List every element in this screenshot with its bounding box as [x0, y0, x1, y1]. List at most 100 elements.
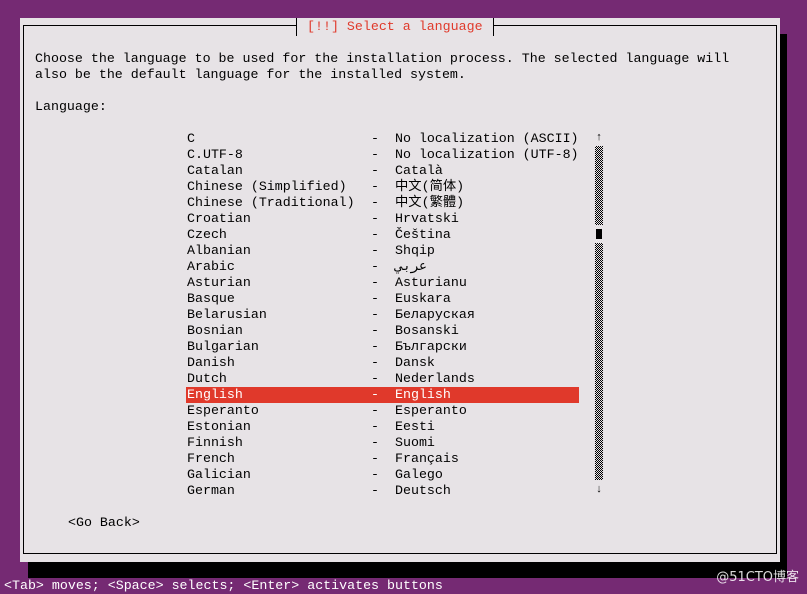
scroll-up-arrow-icon[interactable]: ↑: [595, 132, 603, 144]
language-name: Catalan: [187, 163, 243, 178]
language-native-name: Čeština: [395, 227, 451, 242]
language-dialog: [!!] Select a language Choose the langua…: [20, 18, 780, 562]
language-native-name: Shqip: [395, 243, 435, 258]
scroll-down-arrow-icon[interactable]: ↓: [595, 484, 603, 496]
description-line-1: Choose the language to be used for the i…: [35, 51, 730, 66]
language-name: German: [187, 483, 235, 498]
dialog-title: [!!] Select a language: [296, 18, 494, 36]
language-name: Finnish: [187, 435, 243, 450]
language-name: C.UTF-8: [187, 147, 243, 162]
separator: -: [371, 339, 379, 354]
language-option[interactable]: Basque - Euskara: [186, 291, 579, 307]
separator: -: [371, 323, 379, 338]
language-native-name: Asturianu: [395, 275, 467, 290]
language-name: Galician: [187, 467, 251, 482]
language-name: Esperanto: [187, 403, 259, 418]
separator: -: [371, 259, 379, 274]
description-line-2: also be the default language for the ins…: [35, 67, 466, 82]
language-label: Language:: [35, 99, 107, 114]
language-native-name: Nederlands: [395, 371, 475, 386]
watermark: @51CTO博客: [716, 570, 799, 585]
language-name: Czech: [187, 227, 227, 242]
language-option[interactable]: English - English: [186, 387, 579, 403]
separator: -: [371, 435, 379, 450]
language-option[interactable]: Esperanto - Esperanto: [186, 403, 579, 419]
separator: -: [371, 371, 379, 386]
language-name: Chinese (Simplified): [187, 179, 347, 194]
separator: -: [371, 195, 379, 210]
separator: -: [371, 403, 379, 418]
separator: -: [371, 355, 379, 370]
separator: -: [371, 467, 379, 482]
language-name: Danish: [187, 355, 235, 370]
language-name: French: [187, 451, 235, 466]
language-native-name: Suomi: [395, 435, 435, 450]
language-option[interactable]: Albanian - Shqip: [186, 243, 579, 259]
separator: -: [371, 483, 379, 498]
language-option[interactable]: Chinese (Simplified) - 中文(简体): [186, 179, 579, 195]
language-option[interactable]: Belarusian - Беларуская: [186, 307, 579, 323]
language-name: Bulgarian: [187, 339, 259, 354]
separator: -: [371, 291, 379, 306]
language-name: Asturian: [187, 275, 251, 290]
language-name: Basque: [187, 291, 235, 306]
language-native-name: Беларуская: [395, 307, 475, 322]
separator: -: [371, 387, 379, 402]
language-option[interactable]: C - No localization (ASCII): [186, 131, 579, 147]
language-name: Albanian: [187, 243, 251, 258]
language-name: Croatian: [187, 211, 251, 226]
language-native-name: عربي: [395, 259, 428, 274]
language-native-name: Français: [395, 451, 459, 466]
language-native-name: Eesti: [395, 419, 435, 434]
language-option[interactable]: Bosnian - Bosanski: [186, 323, 579, 339]
language-native-name: Galego: [395, 467, 443, 482]
separator: -: [371, 243, 379, 258]
go-back-button[interactable]: <Go Back>: [68, 515, 140, 531]
language-native-name: No localization (UTF-8): [395, 147, 579, 162]
language-option[interactable]: Galician - Galego: [186, 467, 579, 483]
language-native-name: 中文(繁體): [395, 195, 465, 210]
language-native-name: Bosanski: [395, 323, 459, 338]
language-native-name: Hrvatski: [395, 211, 459, 226]
language-name: C: [187, 131, 195, 146]
language-native-name: Deutsch: [395, 483, 451, 498]
language-option[interactable]: Dutch - Nederlands: [186, 371, 579, 387]
separator: -: [371, 451, 379, 466]
scrollbar-thumb[interactable]: [596, 229, 602, 239]
scrollbar[interactable]: [595, 146, 603, 480]
language-option[interactable]: Chinese (Traditional) - 中文(繁體): [186, 195, 579, 211]
separator: -: [371, 211, 379, 226]
language-native-name: Català: [395, 163, 443, 178]
language-option[interactable]: French - Français: [186, 451, 579, 467]
language-option[interactable]: German - Deutsch: [186, 483, 579, 499]
language-native-name: Dansk: [395, 355, 435, 370]
language-option[interactable]: Croatian - Hrvatski: [186, 211, 579, 227]
language-option[interactable]: Estonian - Eesti: [186, 419, 579, 435]
language-option[interactable]: Catalan - Català: [186, 163, 579, 179]
language-native-name: Esperanto: [395, 403, 467, 418]
language-option[interactable]: C.UTF-8 - No localization (UTF-8): [186, 147, 579, 163]
language-name: English: [187, 387, 243, 402]
language-name: Chinese (Traditional): [187, 195, 355, 210]
language-name: Belarusian: [187, 307, 267, 322]
language-native-name: No localization (ASCII): [395, 131, 579, 146]
separator: -: [371, 227, 379, 242]
language-native-name: 中文(简体): [395, 179, 465, 194]
separator: -: [371, 275, 379, 290]
language-native-name: English: [395, 387, 451, 402]
language-option[interactable]: Czech - Čeština: [186, 227, 579, 243]
language-option[interactable]: Finnish - Suomi: [186, 435, 579, 451]
language-native-name: Български: [395, 339, 467, 354]
status-bar: <Tab> moves; <Space> selects; <Enter> ac…: [4, 578, 443, 593]
separator: -: [371, 179, 379, 194]
separator: -: [371, 147, 379, 162]
language-name: Arabic: [187, 259, 235, 274]
language-native-name: Euskara: [395, 291, 451, 306]
language-name: Bosnian: [187, 323, 243, 338]
language-option[interactable]: Bulgarian - Български: [186, 339, 579, 355]
language-option[interactable]: Danish - Dansk: [186, 355, 579, 371]
separator: -: [371, 131, 379, 146]
language-option[interactable]: Arabic - عربي: [186, 259, 579, 275]
separator: -: [371, 163, 379, 178]
language-option[interactable]: Asturian - Asturianu: [186, 275, 579, 291]
